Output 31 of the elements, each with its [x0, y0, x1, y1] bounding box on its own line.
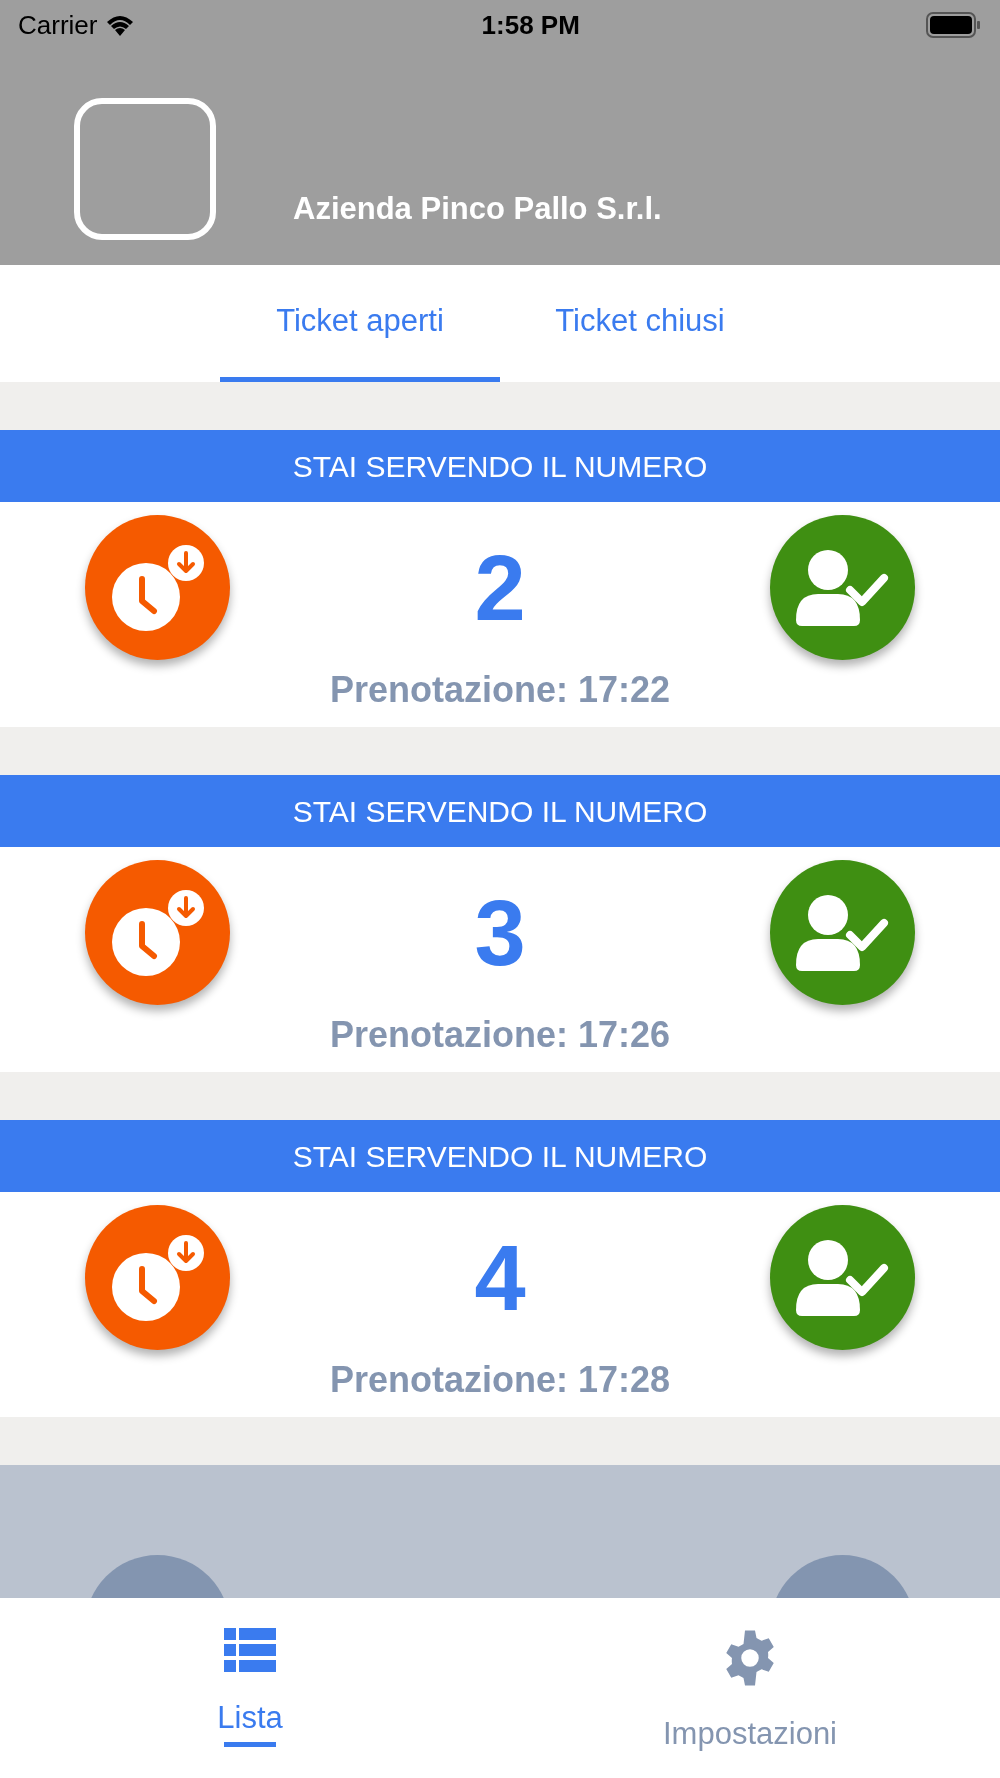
postpone-button[interactable] — [85, 1205, 230, 1350]
serve-button[interactable] — [770, 515, 915, 660]
ticket-number: 2 — [474, 541, 526, 634]
booking-time: Prenotazione: 17:28 — [329, 1360, 671, 1400]
nav-tab[interactable]: Lista — [0, 1598, 500, 1778]
ticket-banner: STAI SERVENDO IL NUMERO — [0, 430, 1000, 502]
list-icon — [224, 1628, 276, 1672]
nav-tab[interactable]: Impostazioni — [500, 1598, 1000, 1778]
ticket-number: 3 — [474, 886, 526, 979]
postpone-button[interactable] — [85, 515, 230, 660]
company-name: Azienda Pinco Pallo S.r.l. — [293, 189, 662, 228]
clock-download-icon — [109, 887, 206, 978]
serve-button[interactable] — [770, 860, 915, 1005]
status-time: 1:58 PM — [481, 8, 580, 42]
ticket-banner: STAI SERVENDO IL NUMERO — [0, 775, 1000, 847]
postpone-button[interactable] — [85, 860, 230, 1005]
serve-button[interactable] — [770, 1205, 915, 1350]
user-check-icon — [794, 1239, 891, 1316]
tab[interactable]: Ticket chiusi — [500, 265, 780, 382]
tab[interactable]: Ticket aperti — [220, 265, 500, 382]
battery-icon — [926, 12, 982, 38]
ticket-banner: STAI SERVENDO IL NUMERO — [0, 1120, 1000, 1192]
user-check-icon — [794, 894, 891, 971]
wifi-icon — [105, 14, 136, 36]
booking-time: Prenotazione: 17:26 — [329, 1015, 671, 1055]
clock-download-icon — [109, 542, 206, 633]
ticket-number: 4 — [474, 1231, 526, 1324]
booking-time: Prenotazione: 17:22 — [329, 670, 671, 710]
carrier-label: Carrier — [18, 8, 98, 42]
clock-download-icon — [109, 1232, 206, 1323]
user-check-icon — [794, 549, 891, 626]
